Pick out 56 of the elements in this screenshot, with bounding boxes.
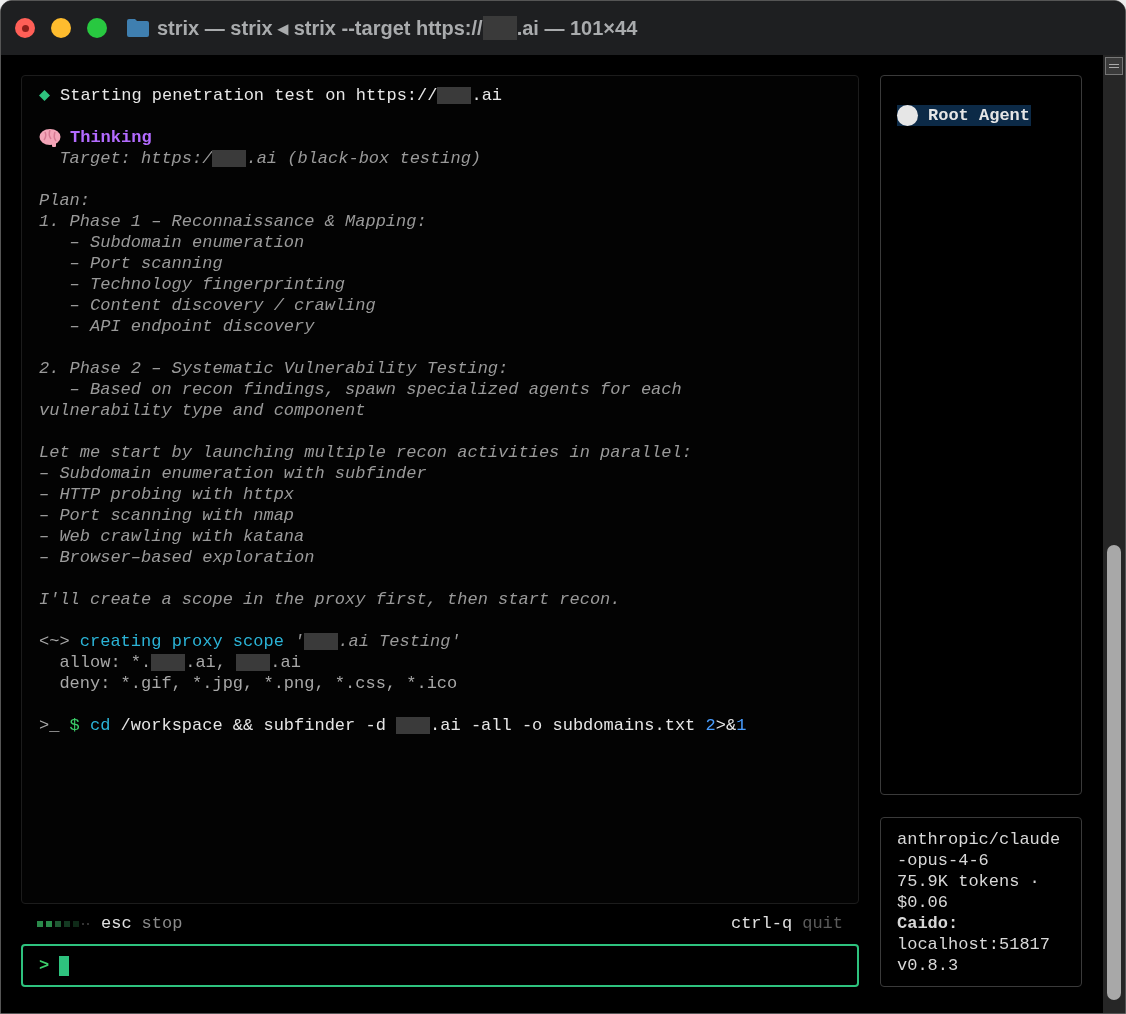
maximize-button[interactable] <box>87 18 107 38</box>
panel-toggle-icon[interactable] <box>1105 57 1123 75</box>
log-line: – Browser–based exploration <box>39 546 315 569</box>
key-action: stop <box>141 913 183 936</box>
redaction-block <box>151 653 186 671</box>
log-line: – Port scanning <box>68 252 223 275</box>
info-line: localhost:51817 <box>897 934 1052 953</box>
redaction-block <box>396 716 431 734</box>
input-field[interactable]: > <box>21 944 859 987</box>
prompt-symbol: > <box>39 954 50 977</box>
key-action: quit <box>802 913 843 936</box>
redaction-block <box>437 86 472 104</box>
log-line: – Web crawling with katana <box>39 525 305 548</box>
log-line: 2. Phase 2 – Systematic Vulnerability Testing: <box>39 357 509 380</box>
log-line: – Subdomain enumeration <box>68 231 305 254</box>
close-button[interactable] <box>15 18 35 38</box>
log-line: Let me start by launching multiple recon activities in parallel: <box>39 441 692 464</box>
minimize-button[interactable] <box>51 18 71 38</box>
log-line: – Technology fingerprinting <box>68 273 346 296</box>
info-line: $0.06 <box>897 892 949 911</box>
log-line: Thinking <box>70 126 152 149</box>
scrollbar-thumb[interactable] <box>1107 545 1121 1000</box>
log-line: Starting penetration test on https:// .ai <box>60 84 503 107</box>
log-line: <~> creating proxy scope ' .ai Testing' <box>39 630 461 653</box>
log-line: 1. Phase 1 – Reconnaissance & Mapping: <box>39 210 427 233</box>
log-line: – HTTP probing with httpx <box>39 483 295 506</box>
log-line: vulnerability type and component <box>39 399 366 422</box>
log-line: Plan: <box>39 189 90 212</box>
log-line: deny: *.gif, *.jpg, *.png, *.css, *.ico <box>58 672 458 695</box>
log-line: I'll create a scope in the proxy first, then start recon. <box>39 588 621 611</box>
log-line: Target: https:/ .ai (black-box testing) <box>58 147 482 170</box>
redaction-block <box>304 632 339 650</box>
diamond-icon <box>39 90 50 101</box>
info-line: v0.8.3 <box>897 955 960 974</box>
log-line: – Subdomain enumeration with subfinder <box>39 462 427 485</box>
log-line: >_ $ cd /workspace && subfinder -d .ai -all -o subdomains.txt 2>&1 <box>39 714 747 737</box>
folder-icon <box>127 19 149 37</box>
redaction-block <box>212 149 247 167</box>
redaction-block <box>482 16 517 40</box>
window-title: strix — strix ◂ strix --target https:// .ai — 101×44 <box>157 15 638 42</box>
text-cursor <box>59 955 70 976</box>
key-hint: ctrl-q <box>730 913 793 936</box>
log-line: – Port scanning with nmap <box>39 504 295 527</box>
agent-item[interactable]: Root Agent <box>897 105 1032 126</box>
brain-icon <box>39 128 61 147</box>
info-line: -opus-4-6 <box>897 850 990 869</box>
log-line: – Content discovery / crawling <box>68 294 376 317</box>
info-line: anthropic/claude <box>897 829 1062 848</box>
progress-dots-icon <box>37 920 89 928</box>
log-line: – API endpoint discovery <box>68 315 315 338</box>
info-line: 75.9K tokens · <box>897 871 1041 890</box>
log-line: allow: *. .ai, .ai <box>58 651 301 674</box>
info-line: Caido: <box>897 913 960 932</box>
redaction-block <box>236 653 271 671</box>
log-line: – Based on recon findings, spawn specialized agents for each <box>68 378 682 401</box>
key-hint: esc <box>101 913 132 936</box>
